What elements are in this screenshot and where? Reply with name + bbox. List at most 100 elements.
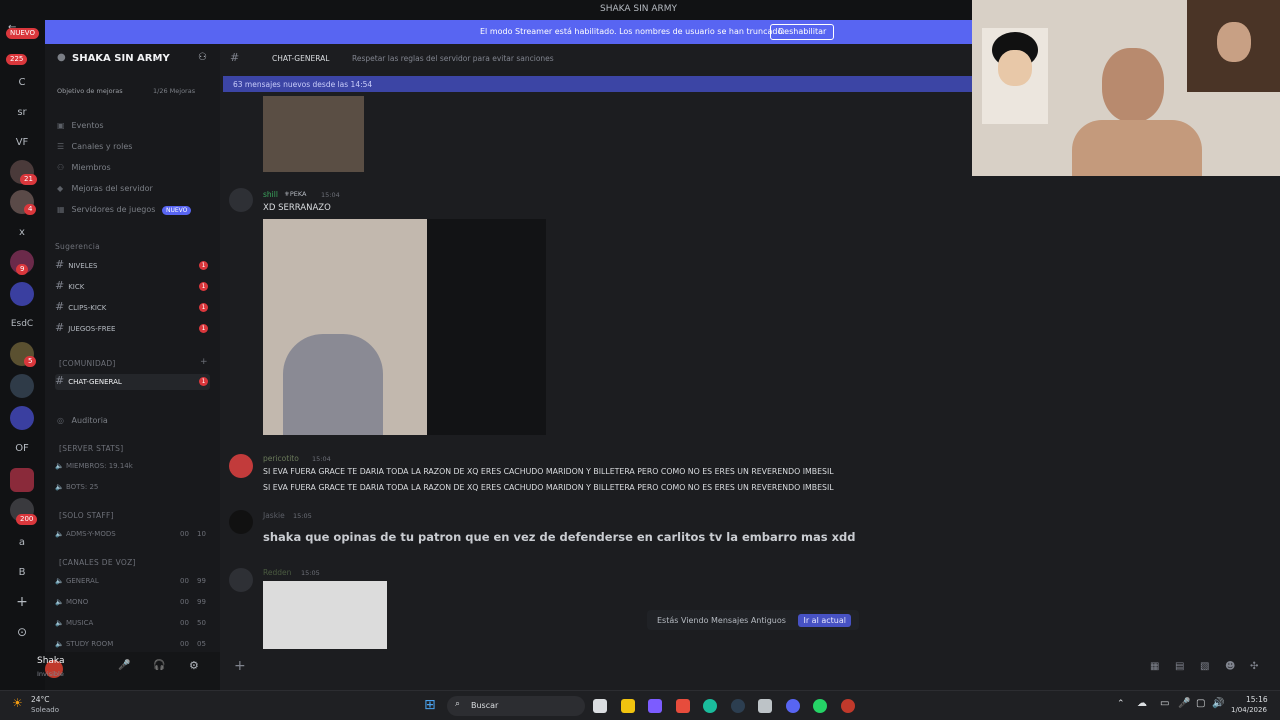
app-tray-icon[interactable]: ▭: [1160, 698, 1169, 709]
disable-streamer-button[interactable]: Deshabilitar: [770, 24, 835, 40]
gift-icon[interactable]: ▦: [1150, 661, 1159, 672]
avatar[interactable]: [229, 454, 253, 478]
server-icon[interactable]: sr: [10, 100, 34, 124]
file-explorer-icon[interactable]: [621, 699, 635, 713]
unread-badge: 1: [199, 303, 208, 312]
hash-icon: #: [230, 51, 240, 64]
add-attachment-icon[interactable]: +: [234, 658, 246, 674]
server-icon[interactable]: OF: [10, 436, 34, 460]
cloud-icon[interactable]: ☁: [1137, 698, 1147, 709]
channel-title: CHAT-GENERAL: [272, 54, 330, 63]
speaker-icon: 🔈: [55, 462, 64, 470]
unread-badge: 21: [20, 174, 37, 185]
channel-juegos-free[interactable]: # JUEGOS-FREE 1: [55, 321, 210, 337]
nav-game-servers[interactable]: ▦ Servidores de juegos NUEVO: [57, 205, 192, 215]
channel-kick[interactable]: # KICK 1: [55, 279, 210, 295]
sticker-icon[interactable]: ▧: [1200, 661, 1209, 672]
app-icon[interactable]: [676, 699, 690, 713]
boost-count: 1/26 Mejoras: [153, 87, 196, 95]
add-server-icon[interactable]: +: [10, 590, 34, 614]
emoji-icon[interactable]: ☻: [1225, 661, 1235, 672]
volume-icon[interactable]: 🔊: [1212, 698, 1224, 709]
server-icon[interactable]: [10, 468, 34, 492]
weather-icon[interactable]: ☀: [12, 696, 23, 710]
avatar[interactable]: [229, 188, 253, 212]
voice-study-room[interactable]: 🔈 STUDY ROOM: [55, 640, 113, 648]
server-icon[interactable]: [10, 282, 34, 306]
avatar[interactable]: [229, 568, 253, 592]
webcam-face: [1102, 48, 1164, 122]
message-image[interactable]: [263, 219, 427, 435]
new-messages-bar[interactable]: 63 mensajes nuevos desde las 14:54: [223, 76, 972, 92]
boost-goal-label[interactable]: Objetivo de mejoras: [57, 87, 123, 95]
gif-icon[interactable]: ▤: [1175, 661, 1184, 672]
windows-start-icon[interactable]: ⊞: [424, 697, 436, 713]
stat-bots[interactable]: 🔈 BOTS: 25: [55, 483, 98, 491]
clock-time[interactable]: 15:16: [1246, 695, 1268, 704]
user-name: Shaka: [37, 656, 65, 666]
server-icon[interactable]: x: [10, 220, 34, 244]
message-author[interactable]: pericotito: [263, 454, 299, 463]
server-icon[interactable]: a: [10, 530, 34, 554]
nav-members[interactable]: ⚇ Miembros: [57, 163, 111, 172]
voice-mono[interactable]: 🔈 MONO: [55, 598, 88, 606]
discover-icon[interactable]: ⊙: [10, 620, 34, 644]
channel-topic[interactable]: Respetar las reglas del servidor para ev…: [352, 54, 554, 63]
channel-label: KICK: [68, 283, 85, 291]
message-image[interactable]: [263, 581, 387, 649]
category-comunidad[interactable]: [COMUNIDAD]: [59, 359, 116, 368]
message-author[interactable]: Jaskie: [263, 511, 285, 520]
server-icon[interactable]: [10, 374, 34, 398]
webcam-body: [1072, 120, 1202, 176]
server-icon[interactable]: VF: [10, 130, 34, 154]
message-author[interactable]: shill: [263, 190, 278, 199]
gear-icon[interactable]: ⚙: [189, 659, 199, 672]
message-image[interactable]: [427, 219, 546, 435]
chevron-down-icon[interactable]: ⌄: [153, 53, 160, 62]
nav-channels-roles[interactable]: ☰ Canales y roles: [57, 142, 132, 151]
channel-niveles[interactable]: # NIVELES 1: [55, 258, 210, 274]
calculator-icon[interactable]: [758, 699, 772, 713]
display-icon[interactable]: ▢: [1196, 698, 1205, 709]
headphones-icon[interactable]: 🎧: [153, 660, 165, 671]
forum-icon: ◎: [57, 416, 64, 425]
voice-count: 00: [180, 598, 189, 606]
microphone-icon[interactable]: 🎤: [1178, 698, 1190, 709]
message-input[interactable]: [260, 664, 460, 670]
channel-chat-general[interactable]: # CHAT-GENERAL 1: [55, 374, 210, 390]
server-icon[interactable]: [10, 406, 34, 430]
whatsapp-icon[interactable]: [813, 699, 827, 713]
apps-icon[interactable]: ✣: [1250, 661, 1258, 672]
server-icon[interactable]: B: [10, 560, 34, 584]
category-server-stats[interactable]: [SERVER STATS]: [59, 444, 123, 453]
app-icon[interactable]: [841, 699, 855, 713]
voice-musica[interactable]: 🔈 MUSICA: [55, 619, 93, 627]
server-icon[interactable]: EsdC: [10, 312, 34, 336]
message-image[interactable]: [263, 96, 364, 172]
channel-auditoria[interactable]: ◎ Auditoria: [57, 416, 108, 425]
avatar[interactable]: [229, 510, 253, 534]
nav-events[interactable]: ▣ Eventos: [57, 121, 104, 130]
edge-icon[interactable]: [703, 699, 717, 713]
message-author[interactable]: Redden: [263, 568, 291, 577]
server-icon[interactable]: C: [10, 70, 34, 94]
channel-clips-kick[interactable]: # CLIPS-KICK 1: [55, 300, 210, 316]
add-member-icon[interactable]: ⚇: [198, 52, 207, 63]
category-solo-staff[interactable]: [SOLO STAFF]: [59, 511, 114, 520]
voice-limit: 99: [197, 577, 206, 585]
add-channel-icon[interactable]: +: [200, 357, 208, 367]
chevron-up-icon[interactable]: ⌃: [1117, 699, 1125, 709]
task-view-icon[interactable]: [593, 699, 607, 713]
stat-members[interactable]: 🔈 MIEMBROS: 19.14k: [55, 462, 133, 470]
search-box[interactable]: ⌕ Buscar: [447, 696, 585, 716]
voice-adms[interactable]: 🔈 ADMS-Y-MODS: [55, 530, 116, 538]
jump-to-present-button[interactable]: Ir al actual: [798, 614, 851, 627]
category-voice[interactable]: [CANALES DE VOZ]: [59, 558, 136, 567]
clock-date[interactable]: 1/04/2026: [1231, 706, 1267, 714]
discord-icon[interactable]: [786, 699, 800, 713]
copilot-icon[interactable]: [648, 699, 662, 713]
microphone-icon[interactable]: 🎤: [118, 660, 130, 671]
voice-general[interactable]: 🔈 GENERAL: [55, 577, 99, 585]
nav-server-boosts[interactable]: ◆ Mejoras del servidor: [57, 184, 153, 193]
steam-icon[interactable]: [731, 699, 745, 713]
